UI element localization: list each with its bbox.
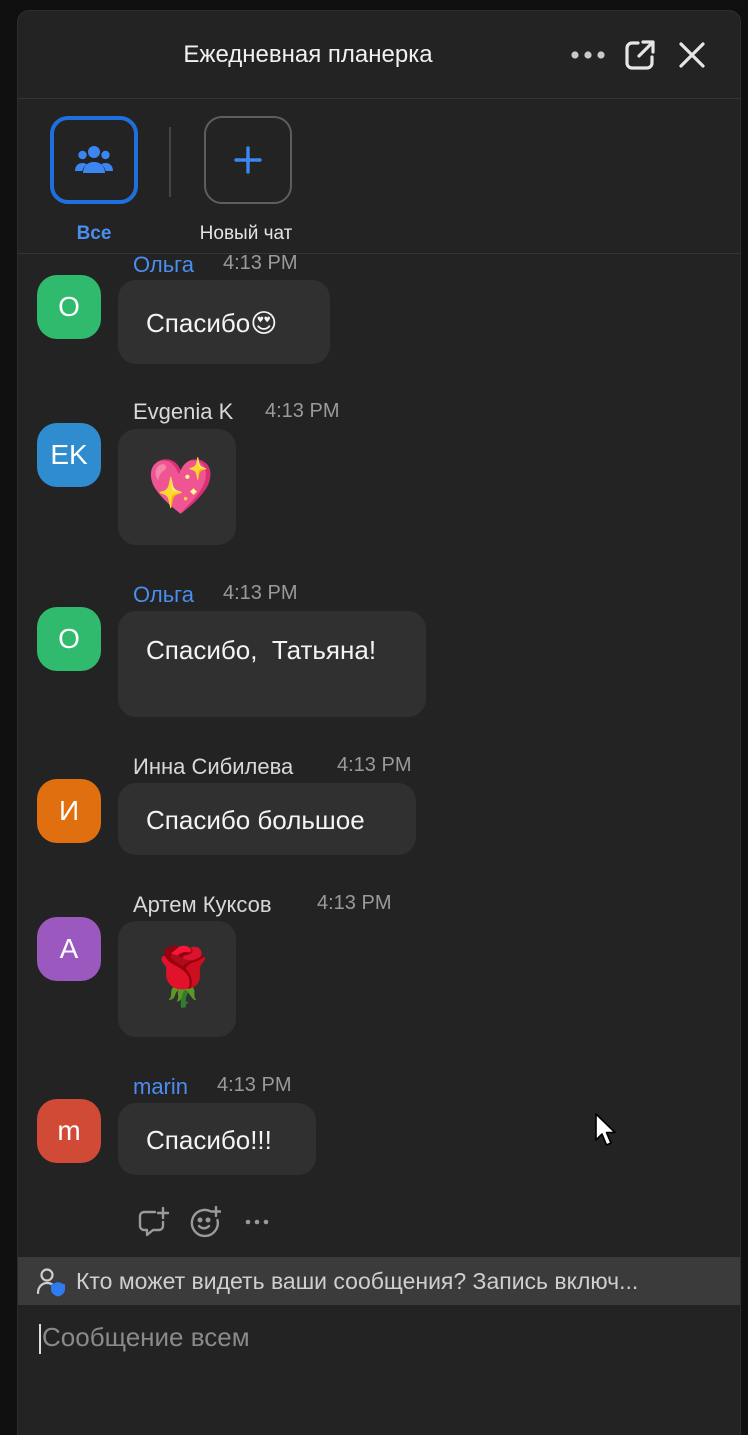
privacy-notice-text: Кто может видеть ваши сообщения? Запись … <box>76 1268 639 1294</box>
close-icon <box>679 42 705 68</box>
message-bubble[interactable]: 💖 <box>118 429 236 545</box>
tab-divider <box>169 127 171 197</box>
people-icon <box>75 146 113 173</box>
message-bubble[interactable]: Спасибо большое <box>118 783 416 855</box>
avatar[interactable]: А <box>37 917 101 981</box>
compose-area[interactable]: Сообщение всем <box>18 1305 740 1435</box>
pop-out-button[interactable] <box>620 37 660 73</box>
chat-tabs: Все Новый чат <box>18 99 740 254</box>
privacy-person-icon <box>36 1268 65 1297</box>
message-bubble[interactable]: 🌹 <box>118 921 236 1037</box>
more-actions-button[interactable] <box>237 1202 277 1242</box>
more-options-button[interactable] <box>568 37 608 73</box>
message-time: 4:13 PM <box>217 1074 292 1096</box>
sparkling-heart-emoji: 💖 <box>147 457 215 517</box>
message-bubble[interactable]: Спасибо!!! <box>118 1103 316 1175</box>
tab-all-label: Все <box>76 223 112 244</box>
more-icon <box>245 1219 269 1225</box>
more-icon <box>571 51 605 59</box>
tab-new-chat-label: Новый чат <box>199 223 293 244</box>
add-reaction-icon <box>190 1206 221 1238</box>
message-time: 4:13 PM <box>223 254 298 274</box>
message-text: Спасибо, Татьяна! <box>146 635 377 665</box>
rose-emoji: 🌹 <box>148 945 218 1008</box>
avatar[interactable]: О <box>37 275 101 339</box>
mouse-cursor-icon <box>595 1113 616 1146</box>
sender-name[interactable]: Ольга <box>133 254 194 278</box>
message-time: 4:13 PM <box>337 754 412 776</box>
sender-name[interactable]: Артем Куксов <box>133 892 272 918</box>
tab-all[interactable] <box>50 116 138 204</box>
pop-out-icon <box>625 40 655 70</box>
message-bubble[interactable]: Спасибо😍 <box>118 280 330 364</box>
close-button[interactable] <box>672 37 712 73</box>
text-caret <box>39 1324 41 1354</box>
reply-icon <box>138 1206 169 1237</box>
message-feed[interactable]: О Ольга 4:13 PM Спасибо😍 EK Evgenia K 4:… <box>18 254 740 1257</box>
sender-name[interactable]: marin <box>133 1074 188 1100</box>
sender-name[interactable]: Evgenia K <box>133 399 233 425</box>
message-time: 4:13 PM <box>317 892 392 914</box>
message-input[interactable]: Сообщение всем <box>42 1322 250 1353</box>
message-actions <box>133 1202 273 1242</box>
plus-icon <box>234 146 262 174</box>
message-text: Спасибо большое <box>146 805 365 835</box>
reply-in-thread-button[interactable] <box>133 1202 173 1242</box>
chat-title: Ежедневная планерка <box>183 41 433 68</box>
add-reaction-button[interactable] <box>185 1202 225 1242</box>
avatar[interactable]: EK <box>37 423 101 487</box>
message-time: 4:13 PM <box>265 400 340 422</box>
chat-header: Ежедневная планерка <box>18 11 740 99</box>
avatar[interactable]: О <box>37 607 101 671</box>
privacy-notice[interactable]: Кто может видеть ваши сообщения? Запись … <box>18 1257 740 1305</box>
tab-new-chat[interactable] <box>204 116 292 204</box>
avatar[interactable]: m <box>37 1099 101 1163</box>
sender-name[interactable]: Ольга <box>133 582 194 608</box>
avatar[interactable]: И <box>37 779 101 843</box>
chat-panel: Ежедневная планерка Все Новый чат О Ольг… <box>17 10 741 1435</box>
message-bubble[interactable]: Спасибо, Татьяна! <box>118 611 426 717</box>
message-text: Спасибо😍 <box>146 308 278 338</box>
message-text: Спасибо!!! <box>146 1125 272 1155</box>
sender-name[interactable]: Инна Сибилева <box>133 754 293 780</box>
message-time: 4:13 PM <box>223 582 298 604</box>
